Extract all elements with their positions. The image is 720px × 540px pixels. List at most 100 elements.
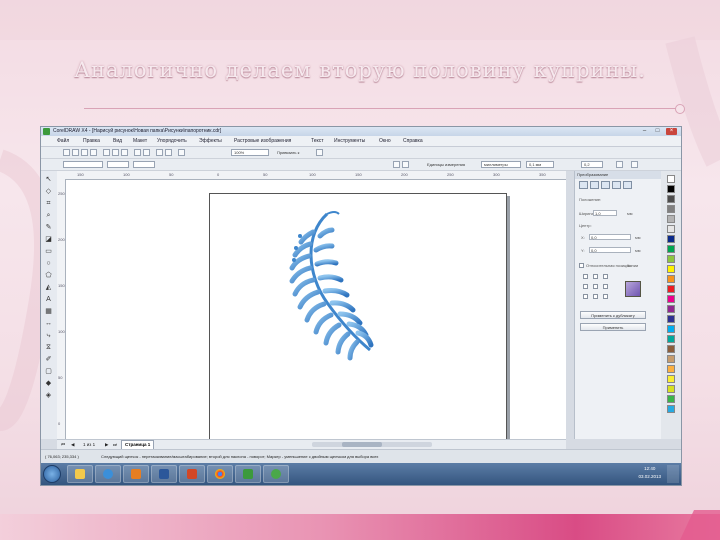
- swatch-teal[interactable]: [667, 335, 675, 343]
- document-page[interactable]: [209, 193, 507, 442]
- swatch-gold[interactable]: [667, 365, 675, 373]
- menu-bitmaps[interactable]: Растровые изображения: [234, 136, 291, 146]
- start-button[interactable]: [43, 465, 61, 483]
- nudge-input[interactable]: 0,1 мм: [526, 161, 554, 168]
- fern-drawing[interactable]: [210, 194, 506, 441]
- crop-tool-icon[interactable]: ⌗: [44, 199, 53, 208]
- table-tool-icon[interactable]: ▦: [44, 307, 53, 316]
- outline-tool-icon[interactable]: ▢: [44, 367, 53, 376]
- taskbar-security[interactable]: [263, 465, 289, 483]
- menu-tools[interactable]: Инструменты: [334, 136, 365, 146]
- menu-help[interactable]: Справка: [403, 136, 423, 146]
- swatch-cyan[interactable]: [667, 325, 675, 333]
- anchor-top-right[interactable]: [603, 274, 608, 279]
- open-icon[interactable]: [72, 149, 79, 156]
- anchor-middle-left[interactable]: [583, 284, 588, 289]
- interactive-fill-icon[interactable]: ◈: [44, 391, 53, 400]
- maximize-button[interactable]: □: [652, 128, 663, 135]
- anchor-top-center[interactable]: [593, 274, 598, 279]
- page-options-icon[interactable]: [631, 161, 638, 168]
- width-input[interactable]: 1,0: [593, 210, 617, 216]
- rotate-tab-icon[interactable]: [590, 181, 599, 189]
- swatch-purple[interactable]: [667, 305, 675, 313]
- swatch-gray-10[interactable]: [667, 225, 675, 233]
- polygon-tool-icon[interactable]: ⬠: [44, 271, 53, 280]
- snap-to-menu[interactable]: Привязать к: [277, 147, 299, 158]
- menu-effects[interactable]: Эффекты: [199, 136, 222, 146]
- size-tab-icon[interactable]: [612, 181, 621, 189]
- text-tool-icon[interactable]: A: [44, 295, 53, 304]
- paste-icon[interactable]: [121, 149, 128, 156]
- swatch-magenta[interactable]: [667, 295, 675, 303]
- menu-window[interactable]: Окно: [379, 136, 391, 146]
- anchor-center[interactable]: [593, 284, 598, 289]
- anchor-bottom-left[interactable]: [583, 294, 588, 299]
- next-page-icon[interactable]: ▶: [105, 440, 108, 449]
- swatch-black[interactable]: [667, 185, 675, 193]
- swatch-tan[interactable]: [667, 355, 675, 363]
- apply-to-duplicate-button[interactable]: Применить к дубликату: [580, 311, 646, 319]
- swatch-sky-blue[interactable]: [667, 405, 675, 413]
- apply-button[interactable]: Применить: [580, 323, 646, 331]
- print-icon[interactable]: [90, 149, 97, 156]
- rectangle-tool-icon[interactable]: ▭: [44, 247, 53, 256]
- launcher-icon[interactable]: [178, 149, 185, 156]
- page-height-input[interactable]: [133, 161, 155, 168]
- menu-arrange[interactable]: Упорядочить: [157, 136, 187, 146]
- cut-icon[interactable]: [103, 149, 110, 156]
- horizontal-scrollbar[interactable]: [312, 442, 432, 447]
- fill-tool-icon[interactable]: ◆: [44, 379, 53, 388]
- skew-tab-icon[interactable]: [623, 181, 632, 189]
- blend-tool-icon[interactable]: ⧖: [44, 343, 53, 352]
- minimize-button[interactable]: –: [639, 128, 650, 135]
- page-width-input[interactable]: [107, 161, 129, 168]
- menu-text[interactable]: Текст: [311, 136, 324, 146]
- position-tab-icon[interactable]: [579, 181, 588, 189]
- scale-tab-icon[interactable]: [601, 181, 610, 189]
- prev-page-icon[interactable]: ◀: [71, 440, 74, 449]
- menu-layout[interactable]: Макет: [133, 136, 147, 146]
- shape-tool-icon[interactable]: ◇: [44, 187, 53, 196]
- taskbar-coreldraw[interactable]: [235, 465, 261, 483]
- portrait-icon[interactable]: [393, 161, 400, 168]
- swatch-chartreuse[interactable]: [667, 385, 675, 393]
- import-icon[interactable]: [156, 149, 163, 156]
- swatch-red[interactable]: [667, 285, 675, 293]
- drawing-canvas[interactable]: [66, 180, 566, 442]
- duplicate-distance-icon[interactable]: [616, 161, 623, 168]
- freehand-tool-icon[interactable]: ✎: [44, 223, 53, 232]
- outline-width-input[interactable]: 0,2: [581, 161, 603, 168]
- last-page-icon[interactable]: ⏭: [113, 440, 117, 449]
- save-icon[interactable]: [81, 149, 88, 156]
- zoom-tool-icon[interactable]: ⌕: [44, 211, 53, 220]
- first-page-icon[interactable]: ⏮: [61, 440, 65, 449]
- taskbar-ie[interactable]: [95, 465, 121, 483]
- units-select[interactable]: миллиметры: [481, 161, 521, 168]
- y-input[interactable]: 0,0: [589, 247, 631, 253]
- export-icon[interactable]: [165, 149, 172, 156]
- page-size-select[interactable]: [63, 161, 103, 168]
- anchor-top-left[interactable]: [583, 274, 588, 279]
- menu-view[interactable]: Вид: [113, 136, 122, 146]
- dimension-tool-icon[interactable]: ↔: [44, 319, 53, 328]
- swatch-mid-green[interactable]: [667, 395, 675, 403]
- swatch-brown[interactable]: [667, 345, 675, 353]
- zoom-level-select[interactable]: 100%: [231, 149, 269, 156]
- swatch-gray-80[interactable]: [667, 195, 675, 203]
- swatch-green[interactable]: [667, 245, 675, 253]
- smart-fill-icon[interactable]: ◪: [44, 235, 53, 244]
- swatch-gray-30[interactable]: [667, 215, 675, 223]
- redo-icon[interactable]: [143, 149, 150, 156]
- swatch-yellow[interactable]: [667, 265, 675, 273]
- new-icon[interactable]: [63, 149, 70, 156]
- swatch-navy[interactable]: [667, 235, 675, 243]
- pick-tool-icon[interactable]: ↖: [44, 175, 53, 184]
- anchor-bottom-right[interactable]: [603, 294, 608, 299]
- swatch-blue[interactable]: [667, 315, 675, 323]
- close-button[interactable]: ×: [666, 128, 677, 135]
- show-desktop-button[interactable]: [667, 465, 679, 483]
- anchor-bottom-center[interactable]: [593, 294, 598, 299]
- taskbar-media[interactable]: [123, 465, 149, 483]
- relative-position-checkbox[interactable]: [579, 263, 584, 268]
- menu-file[interactable]: Файл: [57, 136, 69, 146]
